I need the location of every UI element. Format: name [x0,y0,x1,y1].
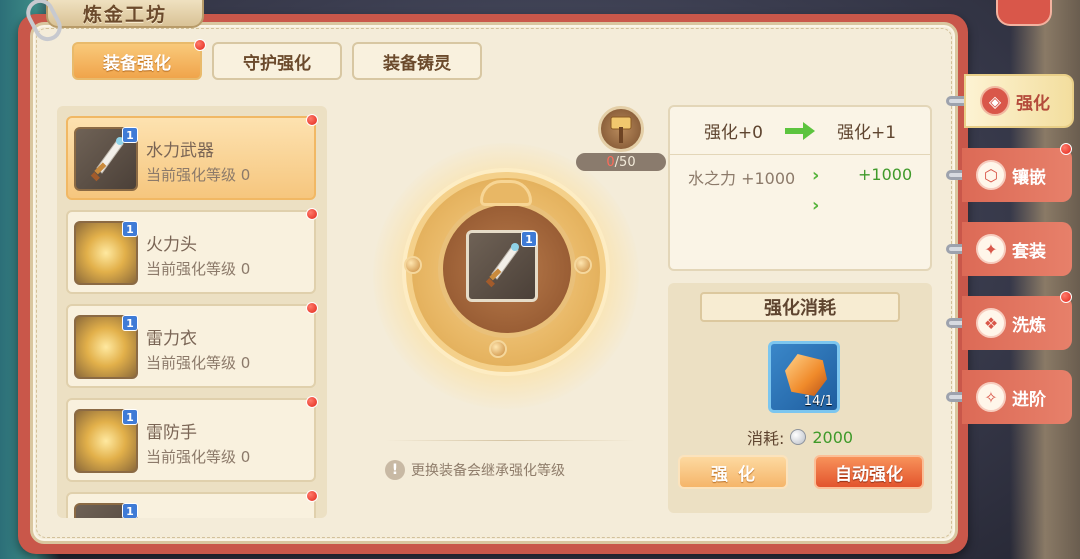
notification-dot-icon [306,396,318,408]
notification-dot-icon [306,208,318,220]
cost-label: 消耗: [746,429,785,448]
material-current: 0 [606,154,615,170]
notification-dot-icon [306,302,318,314]
item-level: 当前强化等级 0 [146,260,251,278]
stat-row: 水之力 +1000 › +1000 [670,165,930,193]
refine-icon: ❖ [976,308,1006,338]
arrow-right-icon [785,121,815,140]
divider [385,440,635,441]
ore-material-slot[interactable]: 14/1 [768,341,840,413]
tab-label: 装备强化 [103,53,171,74]
gauntlet-icon: 1 [74,409,138,473]
side-tab-label: 洗炼 [1012,315,1046,336]
side-tab-label: 镶嵌 [1012,167,1046,188]
item-name: 雷防手 [146,423,197,443]
hammer-material-icon[interactable] [598,106,644,152]
side-tab-inlay[interactable]: ⬡ 镶嵌 [962,143,1072,202]
selected-equipment-slot[interactable]: 1 [466,230,538,302]
tab-equip-soul[interactable]: 装备铸灵 [352,42,482,80]
ring-gem-bottom [489,340,507,358]
item-name: 水力武器 [146,141,214,161]
set-icon: ✦ [976,234,1006,264]
armor-icon: 1 [74,315,138,379]
item-badge: 1 [122,127,138,143]
chevron-right-icon: › [812,165,820,186]
top-hanging-tab [996,0,1052,26]
stat-delta: +1000 [858,165,913,184]
stat-panel: 强化+0 强化+1 水之力 +1000 › +1000 › [668,105,932,271]
inlay-icon: ⬡ [976,160,1006,190]
enhance-icon: ◈ [980,86,1010,116]
notification-dot-icon [1060,291,1072,303]
ring-gem-right [574,256,592,274]
title-banner: 炼金工坊 [46,0,204,28]
enhance-button[interactable]: 强化 [678,455,788,489]
equipment-item-weapon[interactable]: 1 水力武器 当前强化等级 0 [66,114,318,200]
side-tab-refine[interactable]: ❖ 洗炼 [962,291,1072,350]
tab-guard-enhance[interactable]: 守护强化 [212,42,342,80]
level-to: 强化+1 [837,123,897,143]
ore-count: 14/1 [803,394,833,409]
material-total: /50 [614,154,636,170]
ore-icon [785,354,827,396]
item-badge: 1 [122,315,138,331]
equipment-list[interactable]: 1 水力武器 当前强化等级 0 1 火力头 当前强化等级 0 1 雷力衣 当前强… [57,106,327,518]
side-tab-set[interactable]: ✦ 套装 [962,222,1072,276]
stat-row-empty: › [670,195,930,223]
side-tab-label: 套装 [1012,241,1046,262]
cost-line: 消耗: 2000 [668,425,932,449]
stat-name: 水之力 +1000 [688,169,796,188]
item-badge: 1 [521,231,537,247]
item-badge: 1 [122,409,138,425]
sword-icon [485,243,519,288]
page-title: 炼金工坊 [82,3,167,26]
equipment-item-partial[interactable]: 1 [66,490,318,518]
advance-icon: ✧ [976,382,1006,412]
item-name: 雷力衣 [146,329,197,349]
hint-row: ! 更换装备会继承强化等级 [385,460,565,480]
equipment-item-helmet[interactable]: 1 火力头 当前强化等级 0 [66,208,318,294]
ring-gem-left [404,256,422,274]
item-level: 当前强化等级 0 [146,448,251,466]
tab-label: 装备铸灵 [383,53,451,74]
cost-title: 强化消耗 [700,292,900,322]
equipment-item-gauntlet[interactable]: 1 雷防手 当前强化等级 0 [66,396,318,482]
silver-coin-icon [790,429,807,445]
cost-panel: 强化消耗 14/1 消耗: 2000 强化 自动强化 [668,283,932,513]
hint-text: 更换装备会继承强化等级 [411,463,565,479]
tab-equip-enhance[interactable]: 装备强化 [72,39,206,80]
helmet-icon: 1 [74,221,138,285]
chevron-right-icon: › [812,195,820,216]
item-name: 火力头 [146,235,197,255]
sword-glyph [90,137,124,182]
item-badge: 1 [122,503,138,518]
item-level: 当前强化等级 0 [146,354,251,372]
auto-enhance-button[interactable]: 自动强化 [814,455,924,489]
side-tab-label: 进阶 [1012,389,1046,410]
item-badge: 1 [122,221,138,237]
item-level: 当前强化等级 0 [146,166,251,184]
info-icon: ! [385,460,405,480]
ring-crown-ornament [480,180,532,206]
side-tab-advance[interactable]: ✧ 进阶 [962,370,1072,424]
equipment-item-armor[interactable]: 1 雷力衣 当前强化等级 0 [66,302,318,388]
side-tab-enhance[interactable]: ◈ 强化 [964,74,1074,128]
level-from: 强化+0 [703,123,763,143]
side-tab-label: 强化 [1016,93,1050,114]
hammer-icon [610,116,632,143]
notification-dot-icon [1060,143,1072,155]
cost-amount: 2000 [812,427,854,447]
notification-dot-icon [306,114,318,126]
sword-icon: 1 [74,127,138,191]
tab-label: 守护强化 [243,53,311,74]
equipment-icon: 1 [74,503,138,518]
notification-dot-icon [194,39,206,51]
level-change: 强化+0 强化+1 [670,107,930,155]
material-progress: 0/50 [576,153,666,171]
notification-dot-icon [306,490,318,502]
